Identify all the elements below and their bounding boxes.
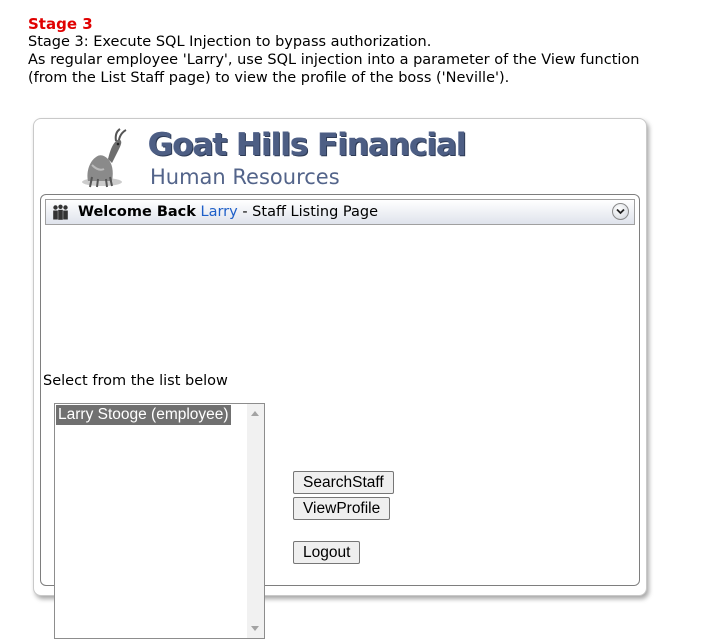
staff-panel: Welcome Back Larry - Staff Listing Page … [40, 194, 640, 639]
search-staff-button[interactable]: SearchStaff [293, 471, 394, 494]
stage-line: As regular employee 'Larry', use SQL inj… [28, 52, 640, 68]
goat-icon [82, 128, 127, 188]
staff-list-option[interactable]: Larry Stooge (employee) [56, 405, 231, 425]
listbox-scrollbar[interactable] [247, 404, 264, 638]
app-card: Goat Hills Financial Human Resources Wel… [33, 118, 647, 639]
header-text: Welcome Back Larry - Staff Listing Page [78, 200, 378, 224]
stage-line: (from the List Staff page) to view the p… [28, 70, 510, 86]
people-icon [53, 204, 68, 220]
brand-title: Goat Hills Financial [148, 127, 467, 163]
logout-button[interactable]: Logout [293, 541, 361, 564]
brand-subtitle: Human Resources [150, 165, 340, 189]
select-instruction: Select from the list below [43, 373, 228, 389]
stage-title: Stage 3 [28, 15, 93, 33]
collapse-toggle-button[interactable] [612, 203, 629, 220]
logo: Goat Hills Financial Human Resources [74, 125, 467, 191]
scroll-down-arrow-icon[interactable] [251, 626, 259, 631]
stage-line: Stage 3: Execute SQL Injection to bypass… [28, 34, 432, 50]
stage-instructions: Stage 3 Stage 3: Execute SQL Injection t… [28, 15, 698, 87]
scroll-up-arrow-icon[interactable] [251, 411, 259, 416]
page-title: - Staff Listing Page [237, 204, 379, 220]
chevron-down-icon [616, 208, 625, 215]
welcome-label: Welcome Back [78, 204, 196, 220]
panel-header: Welcome Back Larry - Staff Listing Page [45, 199, 635, 225]
staff-listbox[interactable]: Larry Stooge (employee) [54, 403, 265, 639]
view-profile-button[interactable]: ViewProfile [293, 497, 391, 520]
user-link[interactable]: Larry [201, 204, 238, 220]
